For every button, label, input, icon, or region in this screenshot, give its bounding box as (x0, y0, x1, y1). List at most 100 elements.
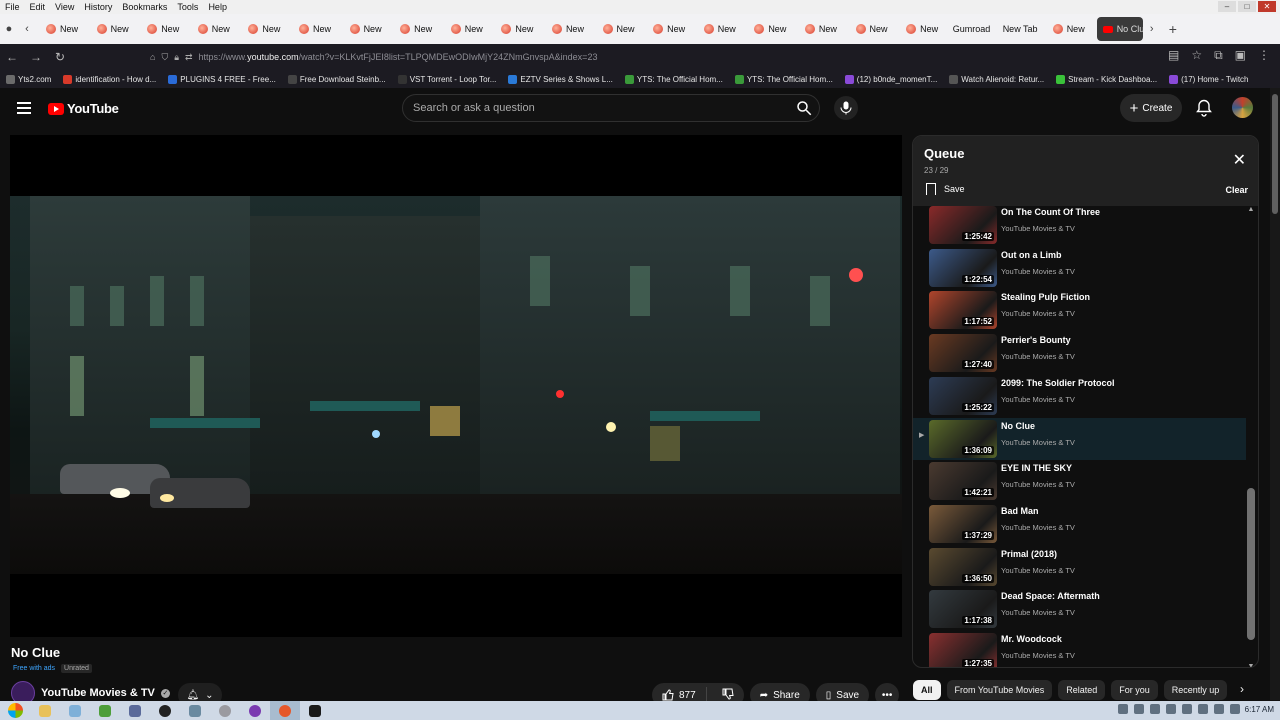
account-avatar[interactable] (1232, 97, 1253, 118)
taskbar-app-tool[interactable] (180, 701, 210, 720)
video-thumbnail[interactable]: 1:27:40 (929, 334, 997, 373)
video-thumbnail[interactable]: 1:25:42 (929, 206, 997, 244)
queue-item-title[interactable]: On The Count Of Three (1001, 207, 1100, 217)
lock-icon[interactable]: 🔒︎ (174, 52, 179, 63)
bookmark-item[interactable]: Yts2.com (0, 74, 57, 84)
queue-item-current[interactable]: ▶ 1:36:09 No Clue YouTube Movies & TV (913, 417, 1246, 460)
browser-tab[interactable]: New (542, 17, 593, 41)
menu-tools[interactable]: Tools (172, 2, 203, 12)
menu-bookmarks[interactable]: Bookmarks (117, 2, 172, 12)
bookmark-item[interactable]: (17) Home - Twitch (1163, 74, 1254, 84)
bookmark-item[interactable]: (12) b0nde_momenT... (839, 74, 944, 84)
browser-tab[interactable]: New (593, 17, 644, 41)
firefox-view-icon[interactable]: ● (0, 23, 18, 35)
queue-item[interactable]: 1:17:38 Dead Space: Aftermath YouTube Movi… (913, 588, 1246, 630)
video-thumbnail[interactable]: 1:27:35 (929, 633, 997, 667)
permissions-icon[interactable]: ⇄ (185, 52, 193, 63)
bookmark-item[interactable]: VST Torrent - Loop Tor... (392, 74, 503, 84)
menu-icon[interactable] (17, 102, 31, 117)
queue-scrollbar[interactable]: ▲ ▼ (1246, 206, 1256, 667)
queue-item[interactable]: 1:42:21 EYE IN THE SKY YouTube Movies & TV (913, 460, 1246, 502)
queue-item-title[interactable]: Stealing Pulp Fiction (1001, 292, 1090, 302)
chevron-right-icon[interactable]: › (1232, 679, 1252, 699)
menu-help[interactable]: Help (203, 2, 232, 12)
filter-chip[interactable]: Recently up (1163, 680, 1228, 700)
reload-icon[interactable]: ↻ (48, 50, 72, 64)
home-icon[interactable]: ⌂ (150, 52, 155, 62)
browser-tab[interactable]: New (441, 17, 492, 41)
taskbar-app-firefox[interactable] (270, 701, 300, 720)
search-input[interactable] (403, 102, 773, 114)
addon-icon[interactable]: ▣ (1235, 48, 1246, 63)
video-thumbnail[interactable]: 1:37:29 (929, 504, 997, 543)
browser-tab[interactable]: New (643, 17, 694, 41)
queue-item-title[interactable]: Bad Man (1001, 506, 1039, 516)
browser-tab[interactable]: New (390, 17, 441, 41)
browser-tab[interactable]: New (1047, 17, 1097, 41)
queue-item[interactable]: 1:25:22 2099: The Soldier Protocol YouTube… (913, 375, 1246, 417)
scroll-down-icon[interactable]: ▼ (1246, 663, 1256, 667)
browser-tab[interactable]: New (896, 17, 947, 41)
bookmark-item[interactable]: EZTV Series & Shows L... (502, 74, 618, 84)
taskbar-app-network[interactable] (120, 701, 150, 720)
notifications-bell-icon[interactable] (1196, 99, 1212, 117)
tab-scroll-right-icon[interactable]: › (1143, 23, 1161, 35)
tray-icon[interactable] (1150, 704, 1160, 714)
tab-scroll-left-icon[interactable]: ‹ (18, 23, 36, 35)
video-thumbnail[interactable]: 1:17:52 (929, 291, 997, 330)
queue-item-title[interactable]: 2099: The Soldier Protocol (1001, 378, 1115, 388)
queue-item-title[interactable]: Mr. Woodcock (1001, 634, 1062, 644)
queue-item[interactable]: 1:37:29 Bad Man YouTube Movies & TV (913, 503, 1246, 545)
page-scroll-thumb[interactable] (1272, 94, 1278, 214)
taskbar-app-purple[interactable] (240, 701, 270, 720)
browser-tab[interactable]: New (87, 17, 138, 41)
tray-icon[interactable] (1198, 704, 1208, 714)
taskbar-app-blocked[interactable] (210, 701, 240, 720)
queue-item[interactable]: 1:17:52 Stealing Pulp Fiction YouTube Movi… (913, 289, 1246, 331)
taskbar-app-explorer[interactable] (30, 701, 60, 720)
video-thumbnail[interactable]: 1:25:22 (929, 376, 997, 415)
video-thumbnail[interactable]: 1:22:54 (929, 248, 997, 287)
queue-item-title[interactable]: Primal (2018) (1001, 549, 1057, 559)
queue-item-title[interactable]: No Clue (1001, 421, 1035, 431)
bookmark-star-icon[interactable]: ☆ (1191, 48, 1202, 63)
filter-chip[interactable]: All (913, 680, 941, 700)
video-thumbnail[interactable]: 1:42:21 (929, 462, 997, 501)
video-thumbnail[interactable]: 1:36:50 (929, 547, 997, 586)
menu-view[interactable]: View (50, 2, 79, 12)
reader-view-icon[interactable]: ▤ (1168, 48, 1179, 63)
browser-tab[interactable]: New (137, 17, 188, 41)
tray-icon[interactable] (1166, 704, 1176, 714)
menu-edit[interactable]: Edit (25, 2, 51, 12)
tab-new-tab[interactable]: New Tab (997, 17, 1047, 41)
channel-name[interactable]: YouTube Movies & TV (41, 687, 155, 699)
tray-icon[interactable] (1134, 704, 1144, 714)
browser-tab[interactable]: New (491, 17, 542, 41)
bookmark-item[interactable]: YTS: The Official Hom... (729, 74, 839, 84)
video-thumbnail[interactable]: 1:17:38 (929, 590, 997, 629)
create-button[interactable]: + Create (1120, 94, 1182, 122)
bookmark-item[interactable]: PLUGINS 4 FREE - Free... (162, 74, 282, 84)
queue-item[interactable]: 1:27:35 Mr. Woodcock YouTube Movies & TV (913, 631, 1246, 667)
video-player[interactable] (10, 135, 902, 637)
queue-clear-button[interactable]: Clear (1225, 185, 1248, 195)
window-close-button[interactable]: ✕ (1258, 1, 1276, 12)
browser-tab[interactable]: New (238, 17, 289, 41)
menu-file[interactable]: File (0, 2, 25, 12)
url-text[interactable]: https://www.youtube.com/watch?v=KLKvtFjJ… (199, 52, 598, 62)
close-queue-icon[interactable]: ✕ (1233, 150, 1246, 170)
bookmark-item[interactable]: Watch Alienoid: Retur... (943, 74, 1050, 84)
menu-history[interactable]: History (79, 2, 117, 12)
forward-icon[interactable]: → (24, 50, 48, 64)
queue-item-title[interactable]: Perrier's Bounty (1001, 335, 1071, 345)
new-tab-icon[interactable]: + (1169, 21, 1177, 37)
tray-icon[interactable] (1118, 704, 1128, 714)
tab-gumroad[interactable]: Gumroad (947, 17, 997, 41)
browser-tab[interactable]: New (36, 17, 87, 41)
browser-tab[interactable]: New (846, 17, 897, 41)
taskbar-clock[interactable]: 6:17 AM (1245, 705, 1274, 714)
filter-chip[interactable]: From YouTube Movies (946, 680, 1053, 700)
search-icon[interactable] (795, 99, 813, 117)
queue-item[interactable]: 1:22:54 Out on a Limb YouTube Movies & TV (913, 247, 1246, 289)
taskbar-app-notepad[interactable] (60, 701, 90, 720)
